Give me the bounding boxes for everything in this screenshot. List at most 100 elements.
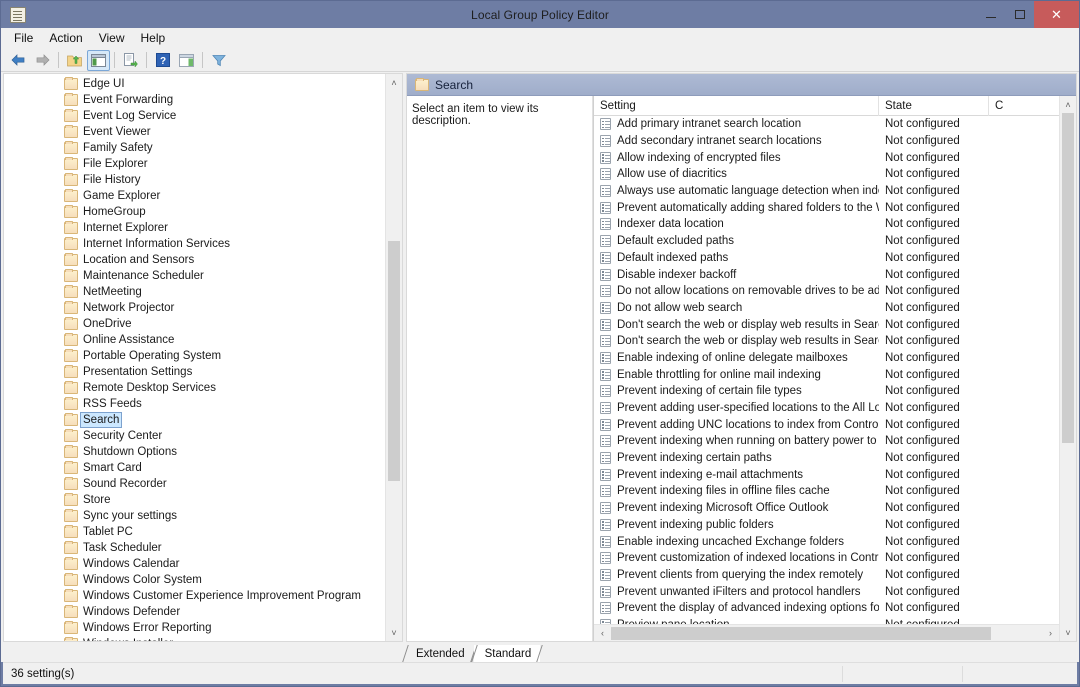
tree-item-windows-installer[interactable]: Windows Installer: [4, 636, 402, 641]
table-row[interactable]: Prevent indexing of certain file types No…: [594, 383, 1059, 400]
show-hide-console-tree-button[interactable]: [87, 49, 110, 71]
settings-list-rows[interactable]: Add primary intranet search location Not …: [594, 116, 1059, 624]
tree-item-rss-feeds[interactable]: RSS Feeds: [4, 396, 402, 412]
settings-hscroll-track[interactable]: [611, 626, 1042, 640]
filter-button[interactable]: [207, 50, 230, 71]
tree-vertical-scrollbar[interactable]: ˄ ˅: [385, 74, 402, 641]
tree-scroll-track[interactable]: [386, 91, 402, 624]
table-row[interactable]: Indexer data location Not configured: [594, 216, 1059, 233]
export-list-button[interactable]: [119, 50, 142, 71]
settings-scroll-right-button[interactable]: ›: [1042, 628, 1059, 638]
tree-item-smart-card[interactable]: Smart Card: [4, 460, 402, 476]
tree-item-online-assistance[interactable]: Online Assistance: [4, 332, 402, 348]
settings-hscroll-thumb[interactable]: [611, 626, 991, 640]
table-row[interactable]: Prevent indexing Microsoft Office Outloo…: [594, 500, 1059, 517]
tree-item-windows-defender[interactable]: Windows Defender: [4, 604, 402, 620]
tree-item-search[interactable]: Search: [4, 412, 402, 428]
tree-item-portable-operating-system[interactable]: Portable Operating System: [4, 348, 402, 364]
tree-scroll-up-button[interactable]: ˄: [386, 74, 402, 91]
settings-vscroll-thumb[interactable]: [1062, 113, 1074, 443]
table-row[interactable]: Prevent adding UNC locations to index fr…: [594, 416, 1059, 433]
tree-item-windows-calendar[interactable]: Windows Calendar: [4, 556, 402, 572]
settings-horizontal-scrollbar[interactable]: ‹ ›: [594, 624, 1059, 641]
tree-item-windows-customer-experience-improvement-program[interactable]: Windows Customer Experience Improvement …: [4, 588, 402, 604]
table-row[interactable]: Allow use of diacritics Not configured: [594, 166, 1059, 183]
settings-scroll-down-button[interactable]: ˅: [1060, 624, 1076, 641]
table-row[interactable]: Add primary intranet search location Not …: [594, 116, 1059, 133]
tree-item-homegroup[interactable]: HomeGroup: [4, 204, 402, 220]
column-header-setting[interactable]: Setting: [594, 95, 879, 116]
tree-item-task-scheduler[interactable]: Task Scheduler: [4, 540, 402, 556]
tree-item-family-safety[interactable]: Family Safety: [4, 140, 402, 156]
back-button[interactable]: [7, 50, 30, 71]
tree-item-netmeeting[interactable]: NetMeeting: [4, 284, 402, 300]
tree-item-remote-desktop-services[interactable]: Remote Desktop Services: [4, 380, 402, 396]
tree-item-presentation-settings[interactable]: Presentation Settings: [4, 364, 402, 380]
settings-vertical-scrollbar[interactable]: ˄ ˅: [1059, 96, 1076, 641]
table-row[interactable]: Default excluded paths Not configured: [594, 233, 1059, 250]
help-button[interactable]: ?: [151, 50, 174, 71]
tree-item-event-log-service[interactable]: Event Log Service: [4, 108, 402, 124]
close-button[interactable]: ✕: [1034, 1, 1079, 28]
policy-tree[interactable]: Edge UI Event Forwarding Event Log Service…: [4, 74, 402, 641]
tree-item-internet-explorer[interactable]: Internet Explorer: [4, 220, 402, 236]
table-row[interactable]: Enable throttling for online mail indexi…: [594, 366, 1059, 383]
tab-extended[interactable]: Extended: [405, 645, 474, 662]
table-row[interactable]: Prevent indexing e-mail attachments Not c…: [594, 466, 1059, 483]
tree-item-windows-error-reporting[interactable]: Windows Error Reporting: [4, 620, 402, 636]
minimize-button[interactable]: [976, 1, 1005, 28]
table-row[interactable]: Disable indexer backoff Not configured: [594, 266, 1059, 283]
tree-item-file-history[interactable]: File History: [4, 172, 402, 188]
table-row[interactable]: Do not allow web search Not configured: [594, 300, 1059, 317]
tree-item-security-center[interactable]: Security Center: [4, 428, 402, 444]
table-row[interactable]: Prevent clients from querying the index …: [594, 567, 1059, 584]
table-row[interactable]: Preview pane locationNot configured: [594, 617, 1059, 624]
tree-item-edge-ui[interactable]: Edge UI: [4, 76, 402, 92]
table-row[interactable]: Don't search the web or display web resu…: [594, 316, 1059, 333]
tree-item-sound-recorder[interactable]: Sound Recorder: [4, 476, 402, 492]
settings-scroll-left-button[interactable]: ‹: [594, 628, 611, 638]
table-row[interactable]: Prevent the display of advanced indexing…: [594, 600, 1059, 617]
tree-item-onedrive[interactable]: OneDrive: [4, 316, 402, 332]
tree-item-sync-your-settings[interactable]: Sync your settings: [4, 508, 402, 524]
tree-item-file-explorer[interactable]: File Explorer: [4, 156, 402, 172]
tree-scroll-down-button[interactable]: ˅: [386, 624, 402, 641]
table-row[interactable]: Prevent indexing files in offline files …: [594, 483, 1059, 500]
tree-item-event-forwarding[interactable]: Event Forwarding: [4, 92, 402, 108]
up-one-level-button[interactable]: [63, 50, 86, 71]
column-header-state[interactable]: State: [879, 95, 989, 116]
maximize-button[interactable]: [1005, 1, 1034, 28]
forward-button[interactable]: [31, 50, 54, 71]
tree-item-game-explorer[interactable]: Game Explorer: [4, 188, 402, 204]
menu-item-help[interactable]: Help: [133, 29, 174, 47]
tree-item-shutdown-options[interactable]: Shutdown Options: [4, 444, 402, 460]
settings-vscroll-track[interactable]: [1060, 113, 1076, 624]
tree-item-maintenance-scheduler[interactable]: Maintenance Scheduler: [4, 268, 402, 284]
table-row[interactable]: Prevent customization of indexed locatio…: [594, 550, 1059, 567]
tab-standard[interactable]: Standard: [473, 645, 541, 662]
tree-item-location-and-sensors[interactable]: Location and Sensors: [4, 252, 402, 268]
table-row[interactable]: Prevent indexing public folders Not confi…: [594, 517, 1059, 534]
tree-scroll-thumb[interactable]: [388, 241, 400, 481]
tree-item-internet-information-services[interactable]: Internet Information Services: [4, 236, 402, 252]
tree-item-windows-color-system[interactable]: Windows Color System: [4, 572, 402, 588]
show-hide-action-pane-button[interactable]: [175, 50, 198, 71]
settings-scroll-up-button[interactable]: ˄: [1060, 96, 1076, 113]
table-row[interactable]: Don't search the web or display web resu…: [594, 333, 1059, 350]
table-row[interactable]: Do not allow locations on removable driv…: [594, 283, 1059, 300]
table-row[interactable]: Always use automatic language detection …: [594, 183, 1059, 200]
menu-item-view[interactable]: View: [91, 29, 133, 47]
table-row[interactable]: Enable indexing of online delegate mailb…: [594, 350, 1059, 367]
table-row[interactable]: Prevent indexing when running on battery…: [594, 433, 1059, 450]
table-row[interactable]: Enable indexing uncached Exchange folder…: [594, 533, 1059, 550]
table-row[interactable]: Default indexed paths Not configured: [594, 250, 1059, 267]
tree-item-tablet-pc[interactable]: Tablet PC: [4, 524, 402, 540]
menu-item-file[interactable]: File: [6, 29, 41, 47]
table-row[interactable]: Prevent unwanted iFilters and protocol h…: [594, 583, 1059, 600]
tree-item-store[interactable]: Store: [4, 492, 402, 508]
menu-item-action[interactable]: Action: [41, 29, 90, 47]
tree-item-network-projector[interactable]: Network Projector: [4, 300, 402, 316]
tree-item-event-viewer[interactable]: Event Viewer: [4, 124, 402, 140]
table-row[interactable]: Allow indexing of encrypted files Not con…: [594, 149, 1059, 166]
table-row[interactable]: Prevent adding user-specified locations …: [594, 400, 1059, 417]
